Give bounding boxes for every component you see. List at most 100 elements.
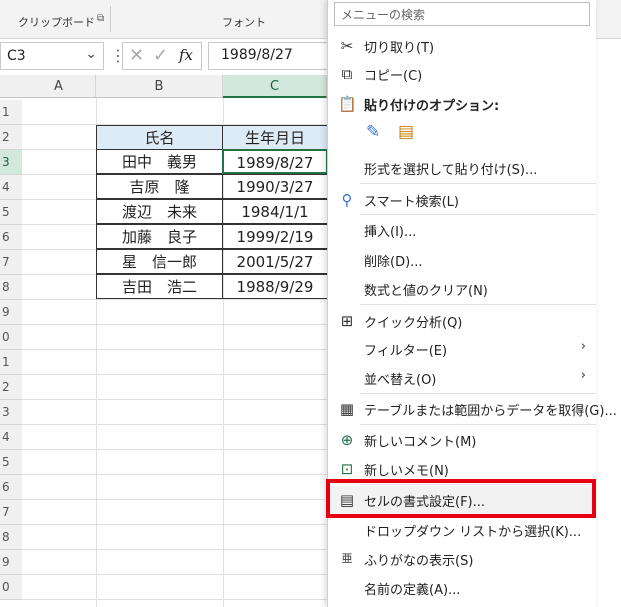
row-header[interactable]: 3 xyxy=(0,400,22,425)
row-header[interactable]: 1 xyxy=(0,350,22,375)
name-cell[interactable]: 田中 義男 xyxy=(96,149,223,174)
row-header[interactable]: 2 xyxy=(0,375,22,400)
birthdate-cell[interactable]: 1984/1/1 xyxy=(222,199,328,224)
chevron-right-icon: › xyxy=(580,339,586,354)
column-header-b[interactable]: B xyxy=(96,75,223,98)
clipboard-group-label: クリップボード xyxy=(18,16,95,29)
name-box[interactable]: C3 ⌄ xyxy=(0,42,104,70)
menu-item-get-data[interactable]: ▦ テーブルまたは範囲からデータを取得(G)... xyxy=(328,395,617,423)
name-cell[interactable]: 星 信一郎 xyxy=(96,249,223,274)
menu-item-new-comment[interactable]: ⊕ 新しいコメント(M) xyxy=(328,426,596,454)
row-header[interactable]: 5 xyxy=(0,450,22,475)
quick-analysis-icon: ⊞ xyxy=(340,312,354,330)
table-icon: ▦ xyxy=(339,400,355,418)
birthdate-cell[interactable]: 1999/2/19 xyxy=(222,224,328,249)
row-header[interactable]: 8 xyxy=(0,525,22,550)
row-header[interactable]: 4 xyxy=(0,175,22,200)
menu-item-sort[interactable]: 並べ替え(O) › xyxy=(328,364,596,392)
chevron-right-icon: › xyxy=(580,368,586,383)
menu-item-pick-from-list[interactable]: ドロップダウン リストから選択(K)... xyxy=(328,516,596,544)
birthdate-cell[interactable]: 1988/9/29 xyxy=(222,274,328,299)
paste-icon[interactable]: ▤ xyxy=(398,122,420,144)
row-header[interactable]: 0 xyxy=(0,325,22,350)
menu-item-label: ドロップダウン リストから選択(K)... xyxy=(364,525,582,540)
row-header[interactable]: 9 xyxy=(0,550,22,575)
column-header-a[interactable]: A xyxy=(22,75,96,98)
menu-item-copy[interactable]: ⧉ コピー(C) xyxy=(328,60,596,88)
row-header[interactable]: 8 xyxy=(0,275,22,300)
menu-item-label: 名前の定義(A)... xyxy=(364,583,461,598)
enter-icon[interactable]: ✓ xyxy=(153,45,168,66)
menu-item-label: コピー(C) xyxy=(364,69,423,84)
menu-item-label: クイック分析(Q) xyxy=(364,316,463,331)
formula-buttons: ✕ ✓ fx xyxy=(122,42,202,70)
insert-function-button[interactable]: fx xyxy=(179,46,193,64)
row-header[interactable]: 3 xyxy=(0,150,22,175)
gridline xyxy=(22,474,327,475)
menu-item-quick-analysis[interactable]: ⊞ クイック分析(Q) xyxy=(328,307,596,335)
menu-item-label: 切り取り(T) xyxy=(364,41,435,56)
copy-icon: ⧉ xyxy=(341,65,353,83)
gridline xyxy=(22,499,327,500)
cell-reference: C3 xyxy=(7,48,26,64)
row-header[interactable]: 5 xyxy=(0,200,22,225)
row-header[interactable]: 6 xyxy=(0,475,22,500)
menu-item-label: 貼り付けのオプション: xyxy=(364,99,500,114)
menu-separator xyxy=(360,183,596,184)
new-note-icon: ⊡ xyxy=(340,460,354,478)
annotation-highlight-box xyxy=(326,479,596,518)
column-header-c[interactable]: C xyxy=(223,75,327,98)
name-cell[interactable]: 加藤 良子 xyxy=(96,224,223,249)
row-header[interactable]: 7 xyxy=(0,500,22,525)
menu-item-define-name[interactable]: 名前の定義(A)... xyxy=(328,574,596,602)
gridline xyxy=(22,349,327,350)
font-group-label: フォント xyxy=(222,16,266,29)
row-header[interactable]: 4 xyxy=(0,425,22,450)
menu-item-show-phonetic[interactable]: 亜 ふりがなの表示(S) xyxy=(328,545,596,573)
menu-item-insert[interactable]: 挿入(I)... xyxy=(328,216,596,244)
birthdate-cell[interactable]: 2001/5/27 xyxy=(222,249,328,274)
gridline xyxy=(22,549,327,550)
menu-item-filter[interactable]: フィルター(E) › xyxy=(328,335,596,363)
dialog-launcher-icon[interactable]: ⧉ xyxy=(97,13,104,24)
menu-item-label: 新しいコメント(M) xyxy=(364,435,477,450)
chevron-down-icon[interactable]: ⌄ xyxy=(85,46,97,62)
menu-item-label: フィルター(E) xyxy=(364,344,448,359)
menu-separator xyxy=(360,393,596,394)
paste-format-icon[interactable]: ✎ xyxy=(366,122,388,144)
gridline xyxy=(22,324,327,325)
row-header[interactable]: 9 xyxy=(0,300,22,325)
name-cell[interactable]: 渡辺 未来 xyxy=(96,199,223,224)
active-birthdate-cell[interactable]: 1989/8/27 xyxy=(222,149,328,174)
header-name-cell[interactable]: 氏名 xyxy=(96,125,223,150)
gridline xyxy=(22,524,327,525)
gridline xyxy=(22,424,327,425)
birthdate-cell[interactable]: 1990/3/27 xyxy=(222,174,328,199)
menu-search-input[interactable]: メニューの検索 xyxy=(334,2,590,26)
row-header[interactable]: 1 xyxy=(0,100,22,125)
gridline xyxy=(22,374,327,375)
menu-item-label: テーブルまたは範囲からデータを取得(G)... xyxy=(364,404,617,419)
menu-item-cut[interactable]: ✂ 切り取り(T) xyxy=(328,32,596,60)
menu-item-smart-lookup[interactable]: ⚲ スマート検索(L) xyxy=(328,186,596,214)
menu-item-label: 形式を選択して貼り付け(S)... xyxy=(364,163,538,178)
row-header[interactable]: 2 xyxy=(0,125,22,150)
formula-input[interactable]: 1989/8/27 xyxy=(208,42,338,70)
header-birthdate-cell[interactable]: 生年月日 xyxy=(222,125,328,150)
name-cell[interactable]: 吉田 浩二 xyxy=(96,274,223,299)
gridline xyxy=(22,299,327,300)
menu-item-delete[interactable]: 削除(D)... xyxy=(328,246,596,274)
ribbon-separator xyxy=(110,6,111,32)
select-all-corner[interactable] xyxy=(0,75,22,98)
menu-item-label: スマート検索(L) xyxy=(364,195,459,210)
clipboard-icon: 📋 xyxy=(338,95,357,113)
name-cell[interactable]: 吉原 隆 xyxy=(96,174,223,199)
row-header[interactable]: 0 xyxy=(0,575,22,600)
search-icon: ⚲ xyxy=(341,191,353,209)
menu-item-clear-contents[interactable]: 数式と値のクリア(N) xyxy=(328,275,596,303)
menu-item-paste-special[interactable]: 形式を選択して貼り付け(S)... xyxy=(328,154,596,182)
row-header[interactable]: 7 xyxy=(0,250,22,275)
cancel-icon[interactable]: ✕ xyxy=(129,45,144,66)
row-header[interactable]: 6 xyxy=(0,225,22,250)
gridline xyxy=(22,449,327,450)
